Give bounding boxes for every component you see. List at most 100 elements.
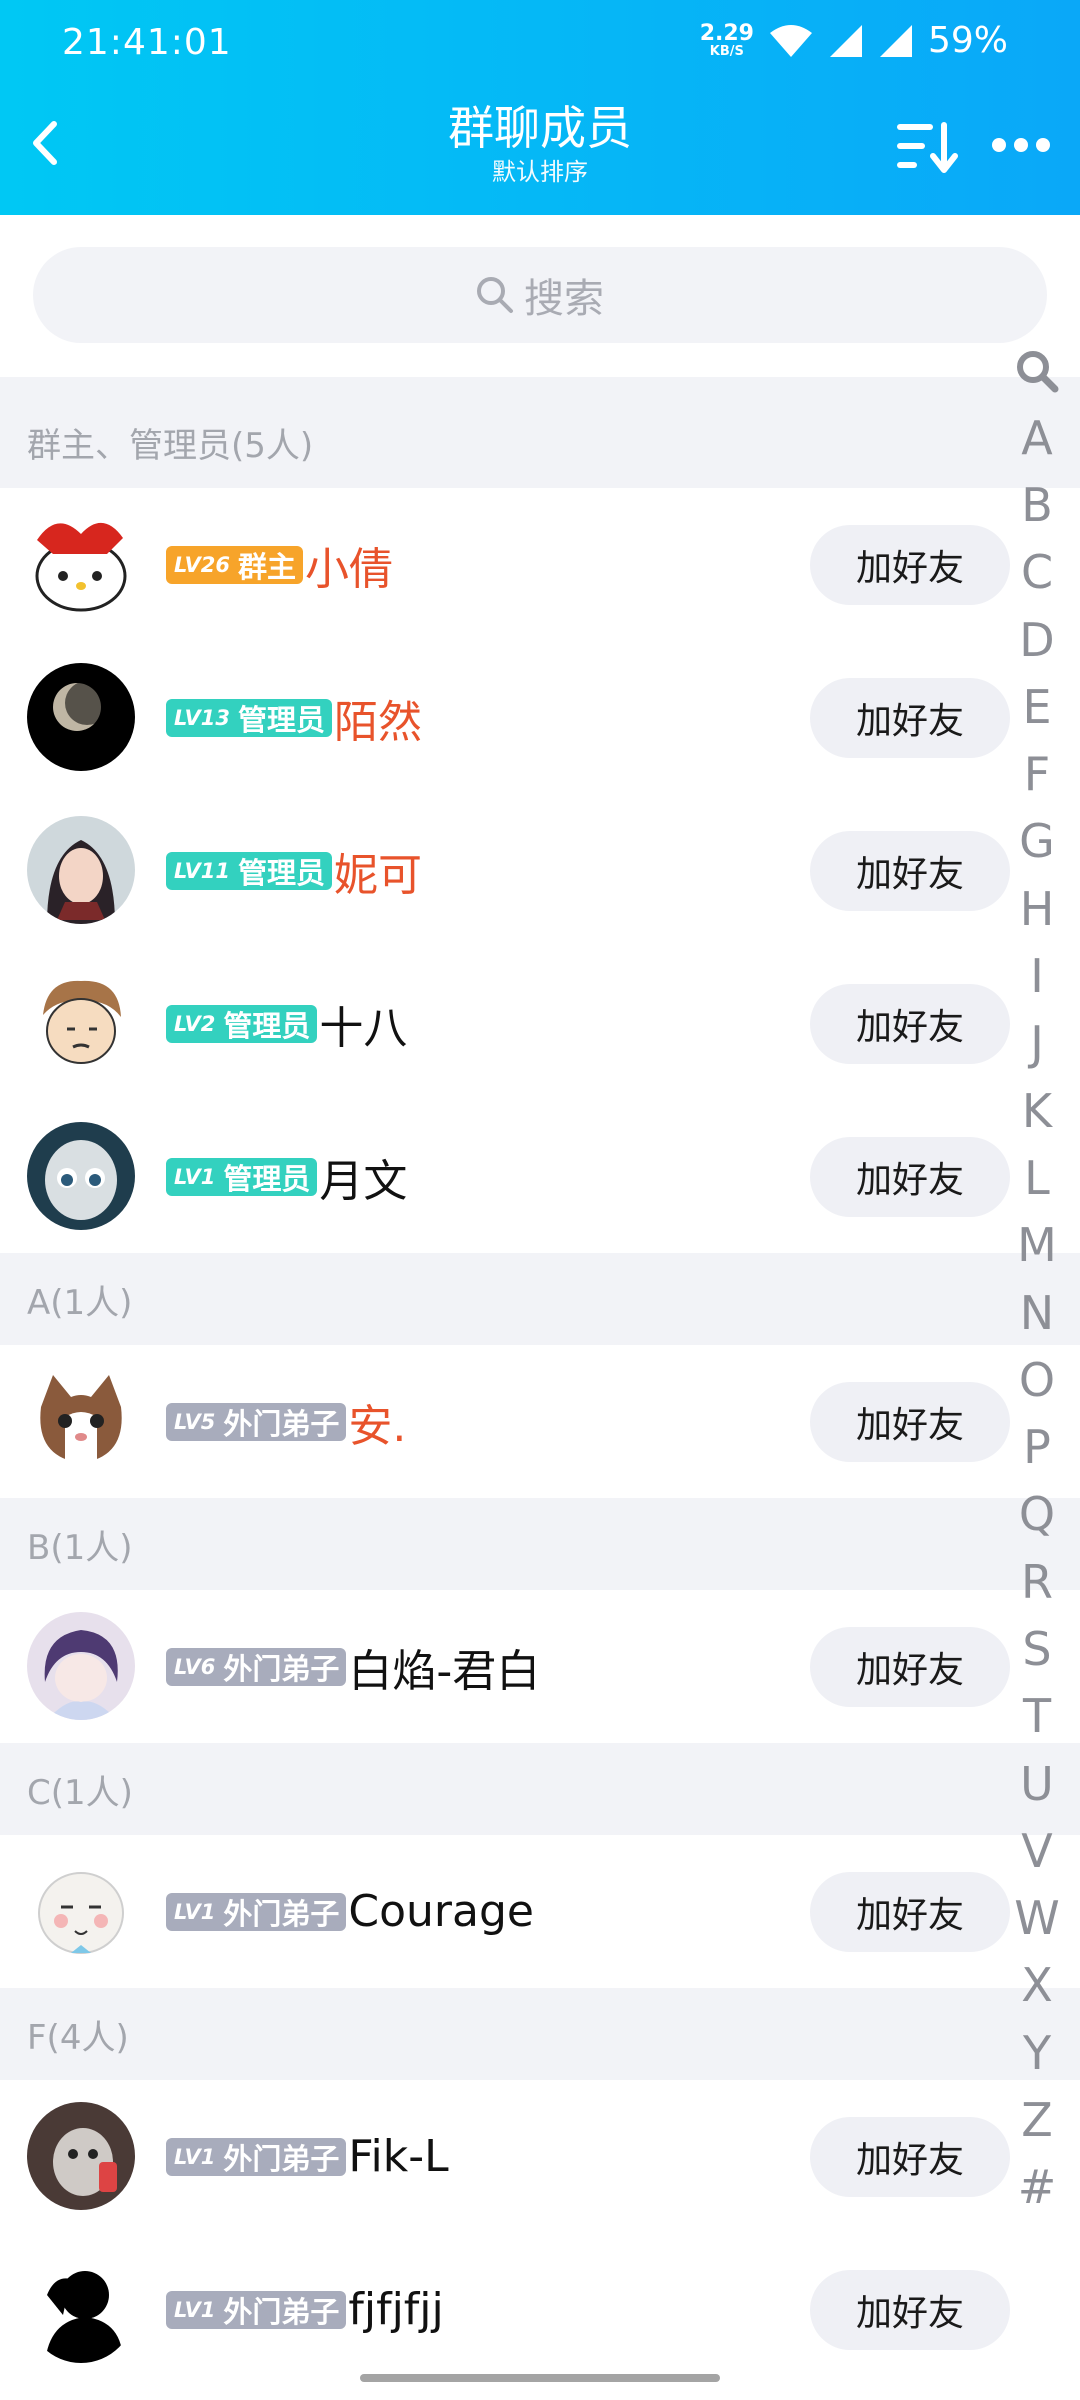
member-name-line: LV1 外门弟子 fjfjfjj [166, 2233, 444, 2386]
index-letter[interactable]: R [1005, 1548, 1069, 1615]
battery-level: 59% [927, 20, 1008, 61]
level-label: LV11 [174, 858, 230, 883]
search-placeholder: 搜索 [524, 276, 604, 322]
level-role-badge: LV1 管理员 [166, 1157, 318, 1196]
add-friend-button[interactable]: 加好友 [810, 1382, 1010, 1462]
index-letter[interactable]: O [1005, 1346, 1069, 1413]
add-friend-button[interactable]: 加好友 [810, 831, 1010, 911]
index-letter[interactable]: V [1005, 1817, 1069, 1884]
member-name: 陌然 [333, 696, 422, 748]
cat-avatar[interactable] [27, 1367, 135, 1475]
alphabet-index[interactable]: A B C D E F G H I J K L M N O P Q R S T U V W X Y Z # [1005, 338, 1069, 2221]
member-row[interactable]: LV2 管理员 十八 加好友 [0, 947, 1080, 1100]
level-label: LV5 [174, 1409, 216, 1434]
search-input[interactable]: 搜索 [33, 247, 1047, 343]
pet-photo-avatar[interactable] [27, 2102, 135, 2210]
doll-face-avatar[interactable] [27, 1122, 135, 1230]
index-letter[interactable]: S [1005, 1615, 1069, 1682]
member-row[interactable]: LV5 外门弟子 安. 加好友 [0, 1345, 1080, 1498]
anime-girl-avatar[interactable] [27, 816, 135, 924]
member-name: 小倩 [304, 543, 393, 595]
home-indicator[interactable] [360, 2374, 720, 2382]
net-speed-unit: KB/S [709, 44, 744, 59]
index-letter[interactable]: F [1005, 740, 1069, 807]
member-row[interactable]: LV1 外门弟子 fjfjfjj 加好友 [0, 2233, 1080, 2386]
level-role-badge: LV2 管理员 [166, 1004, 318, 1043]
add-friend-button[interactable]: 加好友 [810, 678, 1010, 758]
add-friend-button[interactable]: 加好友 [810, 2270, 1010, 2350]
sort-icon[interactable] [895, 118, 961, 174]
index-letter[interactable]: U [1005, 1750, 1069, 1817]
signal-icon-2 [879, 24, 912, 57]
level-role-badge: LV6 外门弟子 [166, 1647, 347, 1686]
member-row[interactable]: LV1 外门弟子 Fik-L 加好友 [0, 2080, 1080, 2233]
member-row[interactable]: LV26 群主 小倩 加好友 [0, 488, 1080, 641]
member-name: Fik-L [348, 2131, 449, 2182]
index-letter[interactable]: I [1005, 942, 1069, 1009]
index-letter[interactable]: A [1005, 404, 1069, 471]
index-letter[interactable]: # [1005, 2154, 1069, 2221]
index-letter[interactable]: K [1005, 1077, 1069, 1144]
index-letter[interactable]: J [1005, 1010, 1069, 1077]
index-letter[interactable]: H [1005, 875, 1069, 942]
index-letter[interactable]: B [1005, 471, 1069, 538]
status-time: 21:41:01 [62, 22, 232, 63]
index-letter[interactable]: Z [1005, 2086, 1069, 2153]
level-role-badge: LV1 外门弟子 [166, 1892, 347, 1931]
moon-avatar[interactable] [27, 663, 135, 771]
member-row[interactable]: LV13 管理员 陌然 加好友 [0, 641, 1080, 794]
index-letter[interactable]: Y [1005, 2019, 1069, 2086]
member-name-line: LV13 管理员 陌然 [166, 641, 422, 794]
index-letter[interactable]: N [1005, 1279, 1069, 1346]
member-row[interactable]: LV6 外门弟子 白焰-君白 加好友 [0, 1590, 1080, 1743]
section-header: F(4人) [0, 1988, 1080, 2080]
search-icon [477, 277, 513, 313]
index-letter[interactable]: L [1005, 1144, 1069, 1211]
add-friend-button[interactable]: 加好友 [810, 2117, 1010, 2197]
section-header: 群主、管理员(5人) [0, 377, 1080, 488]
index-letter[interactable]: E [1005, 673, 1069, 740]
role-label: 群主 [237, 549, 296, 584]
index-search-icon[interactable] [1005, 338, 1069, 404]
member-name-line: LV11 管理员 妮可 [166, 794, 422, 947]
add-friend-button[interactable]: 加好友 [810, 1137, 1010, 1217]
role-label: 外门弟子 [223, 2141, 340, 2176]
index-letter[interactable]: W [1005, 1885, 1069, 1952]
index-letter[interactable]: Q [1005, 1481, 1069, 1548]
add-friend-button[interactable]: 加好友 [810, 525, 1010, 605]
signal-icon [829, 24, 862, 57]
role-label: 外门弟子 [223, 2294, 340, 2329]
silhouette-avatar[interactable] [27, 2255, 135, 2363]
role-label: 管理员 [237, 702, 325, 737]
hello-kitty-avatar[interactable] [27, 510, 135, 618]
level-label: LV13 [174, 705, 230, 730]
index-letter[interactable]: C [1005, 539, 1069, 606]
net-speed: 2.29 KB/S [700, 23, 754, 59]
member-row[interactable]: LV1 管理员 月文 加好友 [0, 1100, 1080, 1253]
index-letter[interactable]: T [1005, 1683, 1069, 1750]
role-label: 管理员 [223, 1008, 311, 1043]
index-letter[interactable]: D [1005, 606, 1069, 673]
level-role-badge: LV1 外门弟子 [166, 2290, 347, 2329]
anime-boy-avatar[interactable] [27, 1612, 135, 1720]
role-label: 管理员 [223, 1161, 311, 1196]
cartoon-boy-avatar[interactable] [27, 969, 135, 1077]
level-label: LV1 [174, 1899, 216, 1924]
wifi-icon [769, 24, 812, 57]
index-letter[interactable]: G [1005, 808, 1069, 875]
member-name: 安. [348, 1400, 407, 1452]
index-letter[interactable]: P [1005, 1413, 1069, 1480]
level-role-badge: LV5 外门弟子 [166, 1402, 347, 1441]
meme-face-avatar[interactable] [27, 1857, 135, 1965]
member-name-line: LV1 外门弟子 Courage [166, 1835, 534, 1988]
index-letter[interactable]: M [1005, 1212, 1069, 1279]
index-letter[interactable]: X [1005, 1952, 1069, 2019]
member-name-line: LV6 外门弟子 白焰-君白 [166, 1590, 540, 1743]
member-row[interactable]: LV1 外门弟子 Courage 加好友 [0, 1835, 1080, 1988]
more-options-icon[interactable] [990, 130, 1052, 160]
add-friend-button[interactable]: 加好友 [810, 984, 1010, 1064]
add-friend-button[interactable]: 加好友 [810, 1872, 1010, 1952]
add-friend-button[interactable]: 加好友 [810, 1627, 1010, 1707]
member-row[interactable]: LV11 管理员 妮可 加好友 [0, 794, 1080, 947]
role-label: 外门弟子 [223, 1651, 340, 1686]
